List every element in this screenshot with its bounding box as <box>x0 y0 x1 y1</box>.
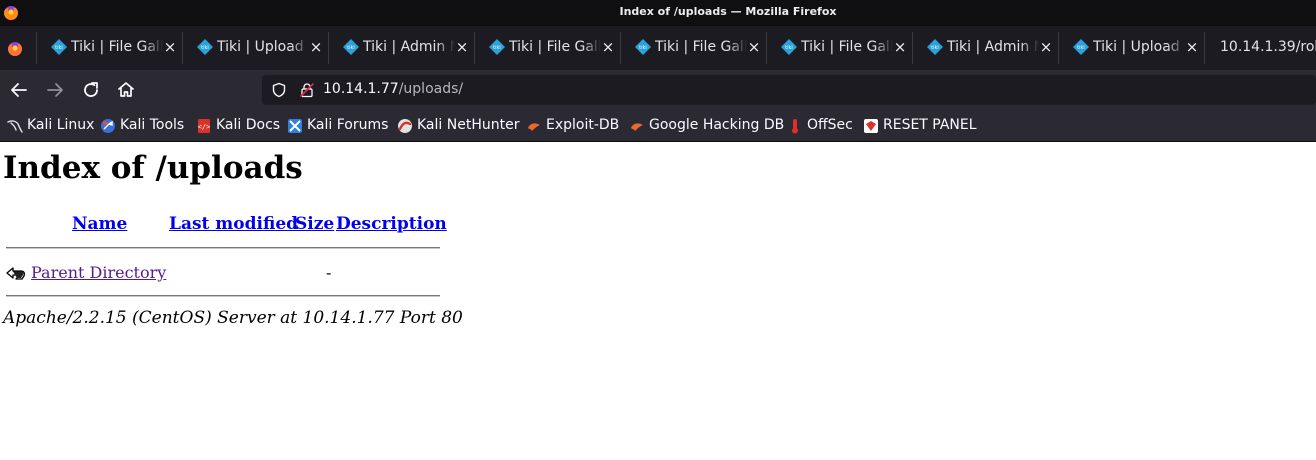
bookmark-label: Kali Tools <box>120 117 185 133</box>
kali-forums-icon <box>287 118 303 134</box>
svg-text:tiki: tiki <box>493 45 501 51</box>
tab-tiki-admin-modules-1[interactable]: tiki Tiki | Admin Modules × <box>328 26 474 70</box>
tab-label: Tiki | File Galleries <box>655 39 747 55</box>
kali-docs-icon: </> <box>196 118 212 134</box>
ghdb-icon <box>629 118 645 134</box>
tab-strip: tiki Tiki | File Galleries × tiki Tiki |… <box>0 26 1316 70</box>
divider <box>6 295 440 297</box>
svg-text:tiki: tiki <box>639 45 647 51</box>
nethunter-icon <box>397 118 413 134</box>
address-bar[interactable]: 10.14.1.77/uploads/ <box>262 75 1316 105</box>
tab-tiki-admin-modules-2[interactable]: tiki Tiki | Admin Modules × <box>912 26 1058 70</box>
tiki-icon: tiki <box>51 39 67 55</box>
column-header-size[interactable]: Size <box>295 214 334 234</box>
svg-text:tiki: tiki <box>201 45 209 51</box>
tiki-icon: tiki <box>1073 39 1089 55</box>
close-icon[interactable]: × <box>455 38 469 56</box>
svg-text:</>: </> <box>198 123 211 131</box>
home-button[interactable] <box>114 78 138 102</box>
tiki-icon: tiki <box>197 39 213 55</box>
reload-button[interactable] <box>79 78 103 102</box>
tiki-icon: tiki <box>635 39 651 55</box>
kali-tools-icon <box>100 118 116 134</box>
bookmark-label: OffSec <box>807 117 853 133</box>
bookmark-label: RESET PANEL <box>883 117 977 133</box>
close-icon[interactable]: × <box>747 38 761 56</box>
column-header-description[interactable]: Description <box>336 214 447 234</box>
forward-button[interactable] <box>43 78 67 102</box>
firefox-view-button[interactable] <box>0 26 34 70</box>
tab-tiki-upload-file-2[interactable]: tiki Tiki | Upload File × <box>1058 26 1204 70</box>
back-arrow-icon <box>6 262 26 286</box>
close-icon[interactable]: × <box>163 38 177 56</box>
tab-label: Tiki | File Galleries <box>71 39 163 55</box>
tab-label: Tiki | Admin Modules <box>947 39 1039 55</box>
window-title-bar: Index of /uploads — Mozilla Firefox <box>0 0 1316 26</box>
tiki-icon: tiki <box>489 39 505 55</box>
svg-text:tiki: tiki <box>347 45 355 51</box>
exploit-db-icon <box>526 118 542 134</box>
bookmark-label: Kali Docs <box>216 117 281 133</box>
kali-dragon-icon <box>7 118 23 134</box>
tab-tiki-upload-file-1[interactable]: tiki Tiki | Upload File × <box>182 26 328 70</box>
close-icon[interactable]: × <box>309 38 323 56</box>
svg-text:tiki: tiki <box>1077 45 1085 51</box>
url-path: /uploads/ <box>398 81 464 97</box>
tab-label: Tiki | File Galleries <box>509 39 601 55</box>
svg-text:tiki: tiki <box>931 45 939 51</box>
svg-text:tiki: tiki <box>785 45 793 51</box>
close-icon[interactable]: × <box>601 38 615 56</box>
back-arrow-icon <box>11 83 27 97</box>
bookmark-label: Exploit-DB <box>546 117 620 133</box>
tab-label: Tiki | Upload File <box>217 39 309 55</box>
bookmarks-toolbar: Kali Linux Kali Tools </> Kali Docs Kali… <box>0 110 1316 142</box>
forward-arrow-icon <box>47 83 63 97</box>
row-size: - <box>326 263 332 282</box>
tab-separator <box>1204 32 1205 64</box>
close-icon[interactable]: × <box>893 38 907 56</box>
close-icon[interactable]: × <box>1185 38 1199 56</box>
reset-panel-icon <box>863 118 879 134</box>
page-title: Index of /uploads <box>3 150 303 186</box>
back-button[interactable] <box>7 78 31 102</box>
window-title: Index of /uploads — Mozilla Firefox <box>619 5 837 18</box>
tab-label: Tiki | File Galleries <box>801 39 893 55</box>
tiki-icon: tiki <box>343 39 359 55</box>
tab-tiki-file-galleries-1[interactable]: tiki Tiki | File Galleries × <box>36 26 182 70</box>
tab-tiki-file-galleries-2[interactable]: tiki Tiki | File Galleries × <box>474 26 620 70</box>
tracking-protection-shield-icon[interactable] <box>271 82 287 102</box>
bookmark-label: Google Hacking DB <box>649 117 785 133</box>
svg-text:tiki: tiki <box>55 45 63 51</box>
close-icon[interactable]: × <box>1039 38 1053 56</box>
server-signature: Apache/2.2.15 (CentOS) Server at 10.14.1… <box>3 308 463 328</box>
url-host: 10.14.1.77 <box>323 81 399 97</box>
bookmark-label: Kali Forums <box>307 117 389 133</box>
column-header-last-modified[interactable]: Last modified <box>169 214 298 234</box>
home-icon <box>118 82 134 97</box>
column-header-name[interactable]: Name <box>72 214 127 234</box>
reload-icon <box>84 82 98 97</box>
divider <box>6 247 440 249</box>
offsec-icon <box>787 118 803 134</box>
tab-label: 10.14.1.39/robots.txt <box>1220 39 1316 55</box>
tiki-icon: tiki <box>927 39 943 55</box>
tab-label: Tiki | Upload File <box>1093 39 1185 55</box>
page-content: Index of /uploads Name Last modified Siz… <box>0 142 1316 460</box>
tab-robots-txt[interactable]: 10.14.1.39/robots.txt <box>1220 26 1316 70</box>
tab-label: Tiki | Admin Modules <box>363 39 455 55</box>
url-text[interactable]: 10.14.1.77/uploads/ <box>323 81 463 97</box>
tab-tiki-file-galleries-3[interactable]: tiki Tiki | File Galleries × <box>620 26 766 70</box>
bookmark-label: Kali NetHunter <box>417 117 520 133</box>
bookmark-label: Kali Linux <box>27 117 95 133</box>
tiki-icon: tiki <box>781 39 797 55</box>
tab-tiki-file-galleries-4[interactable]: tiki Tiki | File Galleries × <box>766 26 912 70</box>
insecure-lock-icon[interactable] <box>299 82 315 102</box>
parent-directory-link[interactable]: Parent Directory <box>31 263 166 282</box>
navigation-toolbar: 10.14.1.77/uploads/ <box>0 70 1316 110</box>
firefox-icon <box>8 42 22 56</box>
